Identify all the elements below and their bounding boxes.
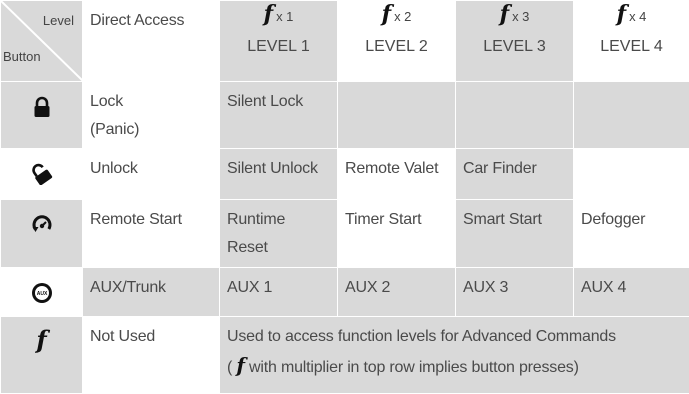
unlock-level-3-value: Car Finder xyxy=(456,149,573,183)
level-4-multiplier: x 4 xyxy=(629,9,646,24)
lock-level-4-value xyxy=(574,82,689,88)
lock-level-3-cell xyxy=(456,82,574,149)
remote-start-level-1-cell: Runtime Reset xyxy=(220,200,338,268)
unlock-button-cell xyxy=(1,149,83,200)
lock-level-1-cell: Silent Lock xyxy=(220,82,338,149)
remote-start-level-2-value: Timer Start xyxy=(338,200,455,234)
lock-level-4-cell xyxy=(574,82,689,149)
level-3-header: fx 3 LEVEL 3 xyxy=(456,1,574,82)
lock-level-2-value xyxy=(338,82,455,88)
unlock-level-3-cell: Car Finder xyxy=(456,149,574,200)
function-button-cell: f xyxy=(1,317,83,394)
aux-level-2-cell: AUX 2 xyxy=(338,268,456,317)
unlock-direct-label: Unlock xyxy=(83,149,219,183)
function-f-icon: f xyxy=(264,1,273,27)
lock-level-3-value xyxy=(456,82,573,88)
level-2-header: fx 2 LEVEL 2 xyxy=(338,1,456,82)
function-direct-cell: Not Used xyxy=(83,317,220,394)
function-description-line1: Used to access function levels for Advan… xyxy=(227,328,616,345)
lock-direct-cell: Lock (Panic) xyxy=(83,82,220,149)
lock-level-2-cell xyxy=(338,82,456,149)
remote-start-level-3-value: Smart Start xyxy=(456,200,573,234)
aux-icon: AUX xyxy=(31,282,53,304)
remote-start-level-3-cell: Smart Start xyxy=(456,200,574,268)
function-f-icon: f xyxy=(617,1,626,27)
aux-button-cell: AUX xyxy=(1,268,83,317)
function-description-line2: with multiplier in top row implies butto… xyxy=(249,359,579,376)
level-1-header: fx 1 LEVEL 1 xyxy=(220,1,338,82)
corner-level-label: Level xyxy=(43,13,74,28)
lock-button-cell xyxy=(1,82,83,149)
level-4-label: LEVEL 4 xyxy=(574,34,689,60)
level-2-multiplier: x 2 xyxy=(394,9,411,24)
aux-level-4-cell: AUX 4 xyxy=(574,268,689,317)
remote-start-direct-label: Remote Start xyxy=(83,200,219,234)
function-f-icon: f xyxy=(382,1,391,27)
level-3-label: LEVEL 3 xyxy=(456,34,573,60)
lock-direct-label: Lock xyxy=(90,93,123,110)
corner-button-label: Button xyxy=(3,49,41,64)
remote-start-level-4-cell: Defogger xyxy=(574,200,689,268)
aux-icon-text: AUX xyxy=(36,291,47,297)
unlock-level-4-value xyxy=(574,149,689,155)
lock-level-1-value: Silent Lock xyxy=(220,82,337,116)
function-description-open-paren: ( xyxy=(227,359,232,376)
unlock-level-2-value: Remote Valet xyxy=(338,149,455,183)
unlock-icon xyxy=(31,163,53,185)
level-1-multiplier: x 1 xyxy=(276,9,293,24)
remote-button-function-table: Level Button Direct Access fx 1 LEVEL 1 … xyxy=(0,0,689,394)
function-f-icon: f xyxy=(500,1,509,27)
runtime-reset-label-line2: Reset xyxy=(227,239,268,256)
aux-direct-cell: AUX/Trunk xyxy=(83,268,220,317)
aux-level-1-cell: AUX 1 xyxy=(220,268,338,317)
aux-level-1-value: AUX 1 xyxy=(220,268,337,302)
header-row: Level Button Direct Access fx 1 LEVEL 1 … xyxy=(1,1,689,82)
lock-icon xyxy=(31,96,53,118)
table-row-function: f Not Used Used to access function level… xyxy=(1,317,689,394)
unlock-level-1-cell: Silent Unlock xyxy=(220,149,338,200)
unlock-level-1-value: Silent Unlock xyxy=(220,149,337,183)
level-4-header: fx 4 LEVEL 4 xyxy=(574,1,689,82)
remote-start-button-cell xyxy=(1,200,83,268)
remote-start-icon xyxy=(31,214,53,236)
aux-level-2-value: AUX 2 xyxy=(338,268,455,302)
function-levels-description-cell: Used to access function levels for Advan… xyxy=(220,317,689,394)
runtime-reset-label-line1: Runtime xyxy=(227,211,285,228)
aux-level-3-cell: AUX 3 xyxy=(456,268,574,317)
table-row-aux: AUX AUX/Trunk AUX 1 AUX 2 AUX 3 AUX 4 xyxy=(1,268,689,317)
remote-start-level-2-cell: Timer Start xyxy=(338,200,456,268)
direct-access-label: Direct Access xyxy=(83,1,219,35)
direct-access-header: Direct Access xyxy=(83,1,220,82)
table-row-remote-start: Remote Start Runtime Reset Timer Start Sm… xyxy=(1,200,689,268)
table-row-unlock: Unlock Silent Unlock Remote Valet Car Fi… xyxy=(1,149,689,200)
level-1-label: LEVEL 1 xyxy=(220,34,337,60)
remote-start-level-4-value: Defogger xyxy=(574,200,689,234)
function-direct-label: Not Used xyxy=(83,317,219,351)
level-2-label: LEVEL 2 xyxy=(338,34,455,60)
unlock-direct-cell: Unlock xyxy=(83,149,220,200)
aux-level-3-value: AUX 3 xyxy=(456,268,573,302)
unlock-level-4-cell xyxy=(574,149,689,200)
aux-direct-label: AUX/Trunk xyxy=(83,268,219,302)
corner-cell: Level Button xyxy=(1,1,83,82)
unlock-level-2-cell: Remote Valet xyxy=(338,149,456,200)
level-3-multiplier: x 3 xyxy=(512,9,529,24)
function-f-icon: f xyxy=(1,325,82,354)
aux-level-4-value: AUX 4 xyxy=(574,268,689,302)
remote-start-direct-cell: Remote Start xyxy=(83,200,220,268)
function-f-icon: f xyxy=(236,353,244,377)
lock-direct-sublabel: (Panic) xyxy=(90,121,139,138)
table-row-lock: Lock (Panic) Silent Lock xyxy=(1,82,689,149)
